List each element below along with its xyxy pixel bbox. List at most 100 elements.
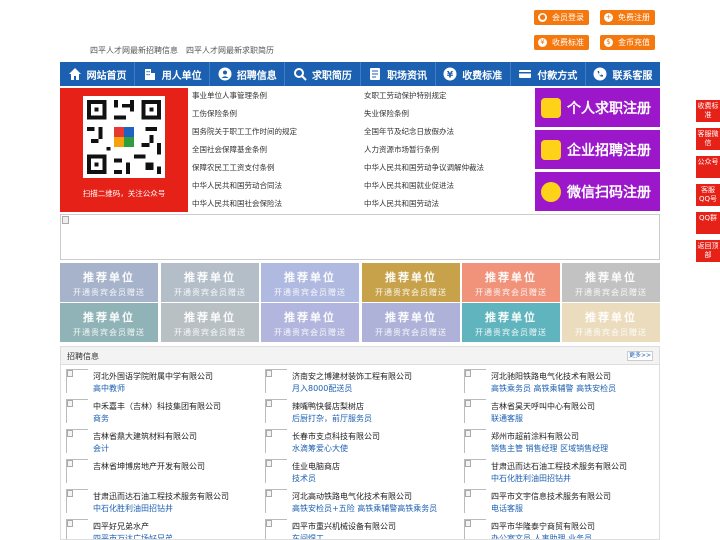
job-positions[interactable]: 高中教师 <box>93 383 125 394</box>
fee-standard-button[interactable]: ¥ 收费标准 <box>534 35 589 50</box>
recommend-slot[interactable]: 推荐单位 开通贵宾会员赠送 <box>161 303 259 342</box>
job-positions[interactable]: 电话客服 <box>491 503 523 514</box>
nav-fees[interactable]: ¥ 收费标准 <box>436 62 510 86</box>
side-float-item[interactable]: 公众号 <box>696 156 720 178</box>
rule-link[interactable]: 全国年节及纪念日放假办法 <box>364 126 454 137</box>
company-name[interactable]: 长春市支点科技有限公司 <box>292 431 380 442</box>
rule-link[interactable]: 女职工劳动保护特别规定 <box>364 90 447 101</box>
job-listing[interactable]: 郑州市超前涂料有限公司 销售主管 销售经理 区域销售经理 <box>459 427 655 455</box>
rule-link[interactable]: 中华人民共和国就业促进法 <box>364 180 454 191</box>
job-positions[interactable]: 车间焊工 <box>292 533 324 539</box>
job-listing[interactable]: 济南安之博建材装饰工程有限公司 月入8000配送员 <box>260 367 456 395</box>
job-positions[interactable]: 四平市万达广场好兄弟 <box>93 533 173 539</box>
job-listing[interactable]: 吉林省坤博房地产开发有限公司 <box>61 457 257 485</box>
company-name[interactable]: 中禾嘉丰（吉林）科技集团有限公司 <box>93 401 221 412</box>
company-name[interactable]: 河北外国语学院附属中学有限公司 <box>93 371 213 382</box>
rule-link[interactable]: 中华人民共和国劳动合同法 <box>192 180 282 191</box>
recommend-slot[interactable]: 推荐单位 开通贵宾会员赠送 <box>60 263 158 302</box>
rule-link[interactable]: 失业保险条例 <box>364 108 409 119</box>
rule-link[interactable]: 中华人民共和国劳动法 <box>364 198 439 209</box>
job-listing[interactable]: 吉林省鼎大建筑材料有限公司 会计 <box>61 427 257 455</box>
nav-support[interactable]: 联系客服 <box>586 62 660 86</box>
job-listing[interactable]: 中禾嘉丰（吉林）科技集团有限公司 商务 <box>61 397 257 425</box>
ad-banner-placeholder[interactable] <box>60 214 660 260</box>
recommend-slot[interactable]: 推荐单位 开通贵宾会员赠送 <box>462 263 560 302</box>
job-positions[interactable]: 技术员 <box>292 473 316 484</box>
company-name[interactable]: 甘肃迅而达石油工程技术服务有限公司 <box>491 461 627 472</box>
company-name[interactable]: 吉林省鼎大建筑材料有限公司 <box>93 431 197 442</box>
company-name[interactable]: 吉林省坤博房地产开发有限公司 <box>93 461 205 472</box>
company-name[interactable]: 四平市华隆泰宁商贸有限公司 <box>491 521 595 532</box>
job-positions[interactable]: 联通客服 <box>491 413 523 424</box>
company-name[interactable]: 济南安之博建材装饰工程有限公司 <box>292 371 412 382</box>
company-name[interactable]: 四平市文宇信息技术服务有限公司 <box>491 491 611 502</box>
recommend-slot[interactable]: 推荐单位 开通贵宾会员赠送 <box>462 303 560 342</box>
recommend-slot[interactable]: 推荐单位 开通贵宾会员赠送 <box>562 303 660 342</box>
nav-jobs[interactable]: 招聘信息 <box>210 62 284 86</box>
side-float-item[interactable]: 客服微信 <box>696 128 720 150</box>
company-name[interactable]: 吉林省昊天呼叫中心有限公司 <box>491 401 595 412</box>
job-positions[interactable]: 高铁安检员+五险 高铁乘辅警高铁乘务员 <box>292 503 437 514</box>
member-login-button[interactable]: ● 会员登录 <box>534 10 589 25</box>
job-positions[interactable]: 商务 <box>93 413 109 424</box>
job-listing[interactable]: 佳业电脑商店 技术员 <box>260 457 456 485</box>
job-positions[interactable]: 中石化胜利油田招钻井 <box>491 473 571 484</box>
job-listing[interactable]: 河北外国语学院附属中学有限公司 高中教师 <box>61 367 257 395</box>
nav-home[interactable]: 网站首页 <box>60 62 134 86</box>
company-name[interactable]: 辣嘴鸭快餐店梨树店 <box>292 401 364 412</box>
job-listing[interactable]: 四平市文宇信息技术服务有限公司 电话客服 <box>459 487 655 515</box>
company-name[interactable]: 四平市重兴机械设备有限公司 <box>292 521 396 532</box>
company-name[interactable]: 河北高动铁路电气化技术有限公司 <box>292 491 412 502</box>
nav-employers[interactable]: 用人单位 <box>135 62 209 86</box>
rule-link[interactable]: 国务院关于职工工作时间的规定 <box>192 126 297 137</box>
wechat-register-button[interactable]: 微信扫码注册 <box>535 172 660 211</box>
nav-resumes[interactable]: 求职简历 <box>285 62 359 86</box>
job-positions[interactable]: 高铁乘务员 高铁乘辅警 高铁安检员 <box>491 383 616 394</box>
recommend-slot[interactable]: 推荐单位 开通贵宾会员赠送 <box>60 303 158 342</box>
recommend-slot[interactable]: 推荐单位 开通贵宾会员赠送 <box>261 303 359 342</box>
company-name[interactable]: 佳业电脑商店 <box>292 461 340 472</box>
side-float-item[interactable]: QQ群 <box>696 212 720 234</box>
job-positions[interactable]: 后厨打杂，前厅服务员 <box>292 413 372 424</box>
side-float-item[interactable]: 返回顶部 <box>696 240 720 262</box>
job-listing[interactable]: 甘肃迅而达石油工程技术服务有限公司 中石化胜利油田招钻井 <box>459 457 655 485</box>
coin-recharge-button[interactable]: $ 金币充值 <box>600 35 655 50</box>
job-positions[interactable]: 中石化胜利油田招钻井 <box>93 503 173 514</box>
rule-link[interactable]: 全国社会保障基金条例 <box>192 144 267 155</box>
job-listing[interactable]: 长春市支点科技有限公司 水滴筹爱心大使 <box>260 427 456 455</box>
rule-link[interactable]: 人力资源市场暂行条例 <box>364 144 439 155</box>
rule-link[interactable]: 事业单位人事管理条例 <box>192 90 267 101</box>
job-listing[interactable]: 甘肃迅而达石油工程技术服务有限公司 中石化胜利油田招钻井 <box>61 487 257 515</box>
job-listing[interactable]: 吉林省昊天呼叫中心有限公司 联通客服 <box>459 397 655 425</box>
company-name[interactable]: 甘肃迅而达石油工程技术服务有限公司 <box>93 491 229 502</box>
more-jobs-link[interactable]: 更多>> <box>626 351 653 361</box>
job-positions[interactable]: 销售主管 销售经理 区域销售经理 <box>491 443 608 454</box>
company-name[interactable]: 郑州市超前涂料有限公司 <box>491 431 579 442</box>
job-listing[interactable]: 河北高动铁路电气化技术有限公司 高铁安检员+五险 高铁乘辅警高铁乘务员 <box>260 487 456 515</box>
rule-link[interactable]: 中华人民共和国劳动争议调解仲裁法 <box>364 162 484 173</box>
recommend-slot[interactable]: 推荐单位 开通贵宾会员赠送 <box>161 263 259 302</box>
recommend-slot[interactable]: 推荐单位 开通贵宾会员赠送 <box>362 303 460 342</box>
job-positions[interactable]: 会计 <box>93 443 109 454</box>
nav-news[interactable]: 职场资讯 <box>361 62 435 86</box>
job-positions[interactable]: 水滴筹爱心大使 <box>292 443 348 454</box>
job-positions[interactable]: 办公室文员 人事助理 业务员 <box>491 533 592 539</box>
rule-link[interactable]: 保障农民工工资支付条例 <box>192 162 275 173</box>
rule-link[interactable]: 中华人民共和国社会保险法 <box>192 198 282 209</box>
rule-link[interactable]: 工伤保险条例 <box>192 108 237 119</box>
personal-register-button[interactable]: 个人求职注册 <box>535 88 660 127</box>
side-float-item[interactable]: 收费标准 <box>696 100 720 122</box>
company-name[interactable]: 四平好兄弟水产 <box>93 521 149 532</box>
side-float-item[interactable]: 客服QQ号 <box>696 184 720 206</box>
job-listing[interactable]: 辣嘴鸭快餐店梨树店 后厨打杂，前厅服务员 <box>260 397 456 425</box>
company-name[interactable]: 河北驰阳铁路电气化技术有限公司 <box>491 371 611 382</box>
nav-payment[interactable]: 付款方式 <box>511 62 585 86</box>
recommend-slot[interactable]: 推荐单位 开通贵宾会员赠送 <box>261 263 359 302</box>
job-listing[interactable]: 河北驰阳铁路电气化技术有限公司 高铁乘务员 高铁乘辅警 高铁安检员 <box>459 367 655 395</box>
free-register-button[interactable]: + 免费注册 <box>600 10 655 25</box>
recommend-slot[interactable]: 推荐单位 开通贵宾会员赠送 <box>562 263 660 302</box>
job-listing[interactable]: 四平好兄弟水产 四平市万达广场好兄弟 <box>61 517 257 539</box>
job-positions[interactable]: 月入8000配送员 <box>292 383 352 394</box>
company-register-button[interactable]: 企业招聘注册 <box>535 130 660 169</box>
job-listing[interactable]: 四平市华隆泰宁商贸有限公司 办公室文员 人事助理 业务员 <box>459 517 655 539</box>
